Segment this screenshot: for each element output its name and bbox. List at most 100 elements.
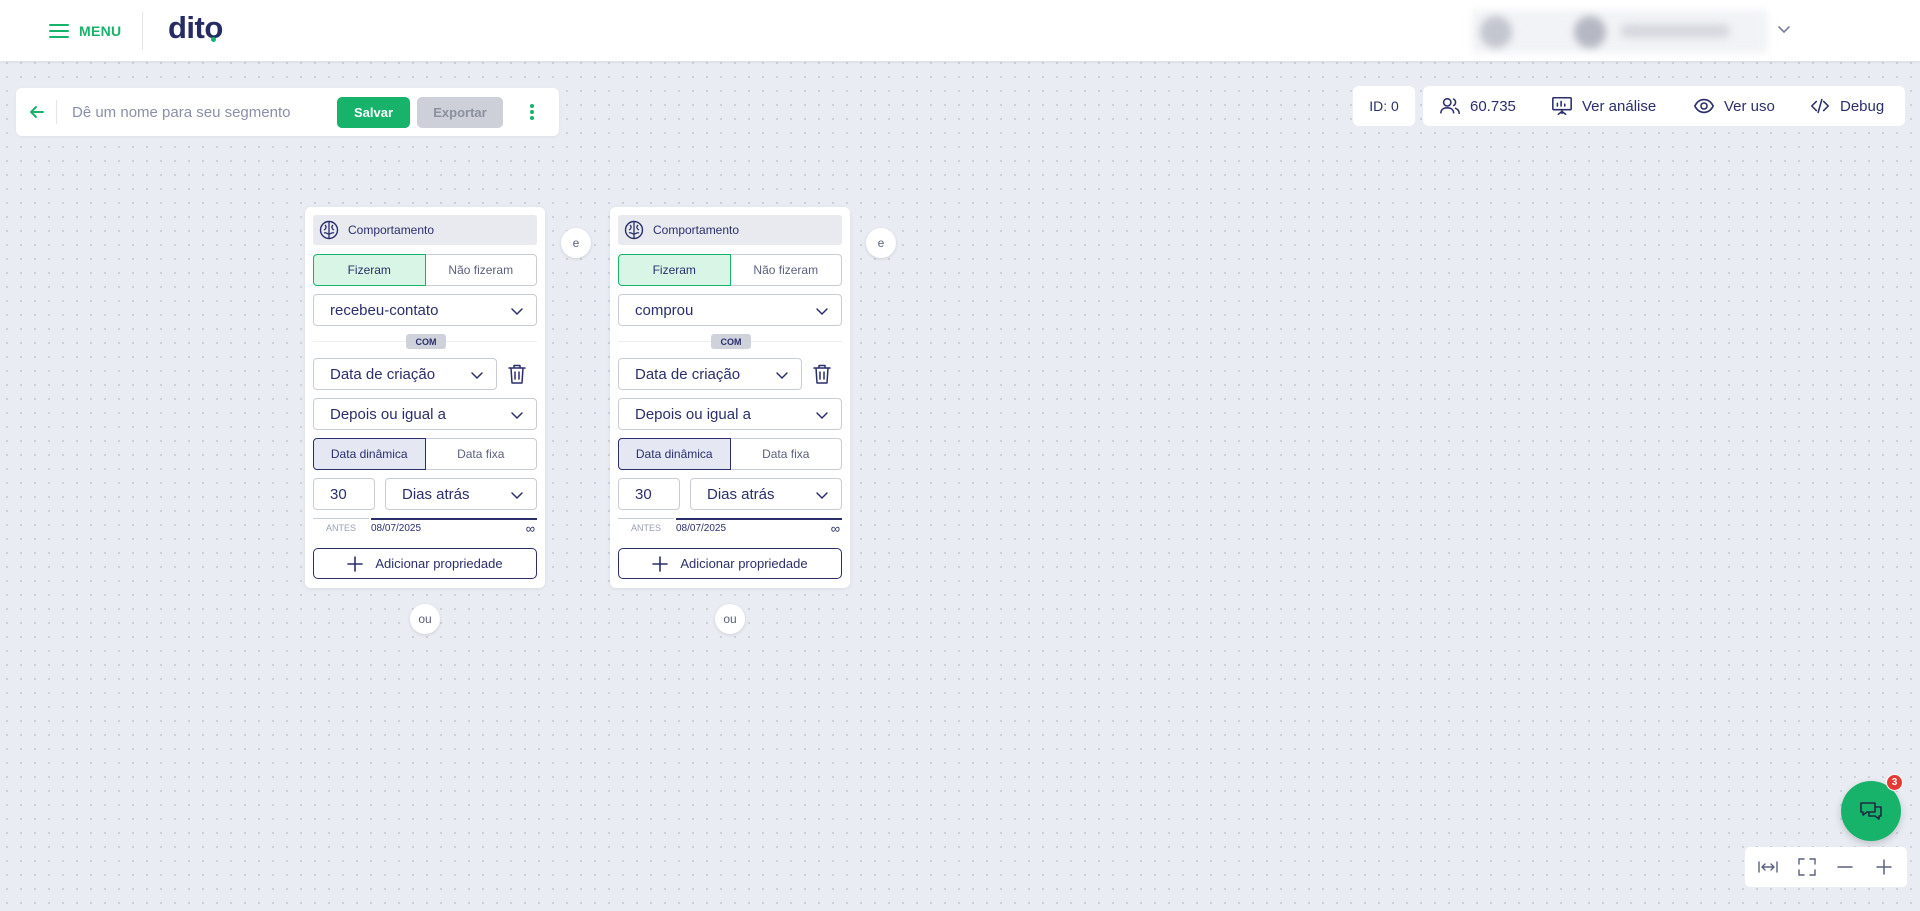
- date-end: ∞: [830, 521, 840, 536]
- chat-icon: [1860, 802, 1882, 820]
- account-avatar: [1574, 16, 1606, 48]
- plus-icon: [347, 555, 364, 572]
- segment-id: ID: 0: [1353, 86, 1415, 126]
- event-value: comprou: [635, 301, 694, 319]
- amount-input[interactable]: [313, 478, 375, 510]
- kebab-icon[interactable]: [526, 102, 538, 122]
- unit-value: Dias atrás: [707, 485, 775, 503]
- arrow-left-icon[interactable]: [28, 103, 46, 121]
- property-value: Data de criação: [330, 365, 436, 383]
- fit-width-icon[interactable]: [1756, 855, 1780, 879]
- view-analysis-button[interactable]: Ver análise: [1551, 86, 1656, 126]
- property-select[interactable]: Data de criação: [618, 358, 802, 390]
- date-type-toggle: Data dinâmica Data fixa: [313, 438, 537, 470]
- chevron-down-icon: [511, 308, 523, 316]
- date-end: ∞: [525, 521, 535, 536]
- event-select[interactable]: recebeu-contato: [313, 294, 537, 326]
- chevron-down-icon: [816, 412, 828, 420]
- add-property-button[interactable]: Adicionar propriedade: [313, 548, 537, 579]
- code-icon: [1810, 98, 1830, 114]
- divider: [56, 100, 57, 124]
- operator-select[interactable]: Depois ou igual a: [618, 398, 842, 430]
- dynamic-date-option[interactable]: Data dinâmica: [313, 438, 426, 470]
- did-toggle: Fizeram Não fizeram: [618, 254, 842, 286]
- date-type-toggle: Data dinâmica Data fixa: [618, 438, 842, 470]
- card-title: Comportamento: [653, 223, 740, 237]
- minus-icon[interactable]: [1833, 855, 1857, 879]
- view-analysis-label: Ver análise: [1582, 97, 1657, 115]
- fixed-date-option[interactable]: Data fixa: [730, 438, 842, 470]
- property-select[interactable]: Data de criação: [313, 358, 497, 390]
- users-icon: [1440, 97, 1460, 115]
- canvas-controls: [1745, 847, 1907, 887]
- audience-count: 60.735: [1439, 86, 1516, 126]
- logo-dot: [211, 37, 216, 42]
- date-range: 08/07/2025 ∞: [676, 518, 842, 536]
- notification-badge: 3: [1886, 774, 1903, 791]
- before-label: ANTES: [618, 518, 674, 533]
- logo[interactable]: dito: [168, 10, 223, 46]
- segment-tools: 60.735 Ver análise Ver uso Debug: [1423, 86, 1905, 126]
- menu-button[interactable]: MENU: [49, 18, 121, 44]
- segment-name-input[interactable]: [72, 100, 322, 124]
- chevron-down-icon: [511, 412, 523, 420]
- top-navbar: MENU dito: [0, 0, 1920, 61]
- view-usage-button[interactable]: Ver uso: [1693, 86, 1775, 126]
- did-toggle: Fizeram Não fizeram: [313, 254, 537, 286]
- eye-icon: [1693, 98, 1715, 114]
- date-range: 08/07/2025 ∞: [371, 518, 537, 536]
- did-option[interactable]: Fizeram: [313, 254, 426, 286]
- chevron-down-icon: [816, 492, 828, 500]
- trash-icon[interactable]: [507, 363, 527, 385]
- amount-input[interactable]: [618, 478, 680, 510]
- divider: [142, 12, 143, 50]
- add-property-button[interactable]: Adicionar propriedade: [618, 548, 842, 579]
- unit-select[interactable]: Dias atrás: [690, 478, 842, 510]
- before-label: ANTES: [313, 518, 369, 533]
- add-property-label: Adicionar propriedade: [680, 556, 808, 571]
- card-title: Comportamento: [348, 223, 435, 237]
- save-button[interactable]: Salvar: [337, 97, 410, 128]
- or-connector[interactable]: ou: [715, 604, 745, 634]
- operator-select[interactable]: Depois ou igual a: [313, 398, 537, 430]
- event-select[interactable]: comprou: [618, 294, 842, 326]
- segment-toolbar: Salvar Exportar: [16, 88, 559, 136]
- did-option[interactable]: Fizeram: [618, 254, 731, 286]
- brain-icon: [319, 220, 339, 240]
- date-start: 08/07/2025: [676, 523, 727, 534]
- property-value: Data de criação: [635, 365, 741, 383]
- operator-value: Depois ou igual a: [635, 405, 751, 423]
- with-badge: COM: [406, 334, 446, 349]
- or-connector[interactable]: ou: [410, 604, 440, 634]
- date-start: 08/07/2025: [371, 523, 422, 534]
- did-not-option[interactable]: Não fizeram: [425, 254, 537, 286]
- view-usage-label: Ver uso: [1724, 97, 1775, 115]
- did-not-option[interactable]: Não fizeram: [730, 254, 842, 286]
- operator-value: Depois ou igual a: [330, 405, 446, 423]
- chevron-down-icon: [511, 492, 523, 500]
- audience-count-value: 60.735: [1470, 97, 1516, 115]
- debug-button[interactable]: Debug: [1809, 86, 1884, 126]
- export-button[interactable]: Exportar: [417, 97, 503, 128]
- avatar: [1480, 16, 1512, 48]
- add-property-label: Adicionar propriedade: [375, 556, 503, 571]
- user-name-blurred: [1620, 24, 1730, 38]
- dynamic-date-option[interactable]: Data dinâmica: [618, 438, 731, 470]
- brain-icon: [624, 220, 644, 240]
- fullscreen-icon[interactable]: [1795, 855, 1819, 879]
- and-connector[interactable]: e: [561, 228, 591, 258]
- plus-icon[interactable]: [1872, 855, 1896, 879]
- trash-icon[interactable]: [812, 363, 832, 385]
- chevron-down-icon[interactable]: [1776, 21, 1792, 37]
- and-connector[interactable]: e: [866, 228, 896, 258]
- fixed-date-option[interactable]: Data fixa: [425, 438, 537, 470]
- card-header: Comportamento: [313, 215, 537, 245]
- behavior-card: Comportamento Fizeram Não fizeram compro…: [610, 207, 850, 588]
- debug-label: Debug: [1840, 97, 1885, 115]
- menu-label: MENU: [79, 23, 122, 39]
- with-badge: COM: [711, 334, 751, 349]
- chevron-down-icon: [471, 372, 483, 380]
- unit-select[interactable]: Dias atrás: [385, 478, 537, 510]
- hamburger-icon: [49, 24, 69, 38]
- card-header: Comportamento: [618, 215, 842, 245]
